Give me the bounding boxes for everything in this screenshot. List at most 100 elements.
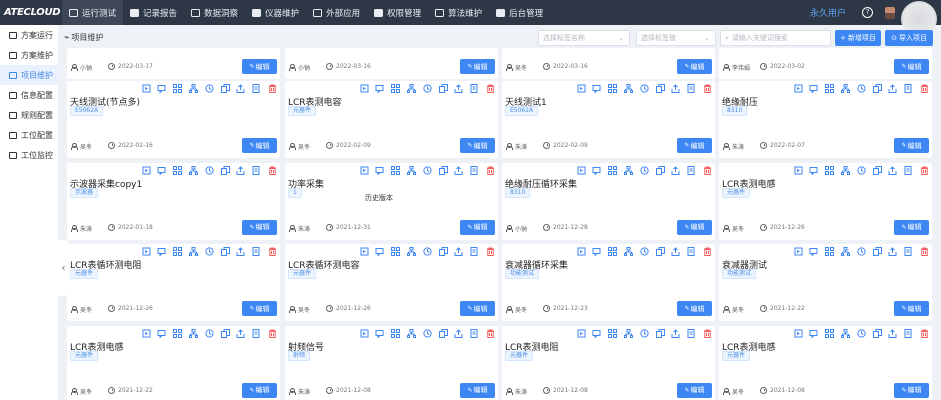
- edit-button[interactable]: ✎ 编辑: [894, 382, 929, 398]
- edit-button[interactable]: ✎ 编辑: [677, 301, 712, 316]
- delete-icon[interactable]: [486, 329, 495, 338]
- preview-icon[interactable]: [360, 329, 369, 338]
- project-card[interactable]: 绝缘耐压循环采集 8310 小钠 2021-12-28 ✎ 编辑: [502, 162, 715, 240]
- hierarchy-icon[interactable]: [173, 247, 183, 256]
- project-card[interactable]: 天线测试(节点多) E5062A 吴冬 2022-02-16 ✎ 编辑: [67, 81, 280, 158]
- tree-icon[interactable]: [189, 328, 199, 338]
- comment-icon[interactable]: [375, 247, 384, 256]
- tree-icon[interactable]: [624, 84, 634, 93]
- avatar-icon[interactable]: [885, 6, 895, 19]
- history-icon[interactable]: [423, 165, 432, 175]
- export-icon[interactable]: [236, 165, 245, 175]
- edit-button[interactable]: ✎ 编辑: [677, 382, 712, 398]
- hierarchy-icon[interactable]: [825, 328, 835, 338]
- history-icon[interactable]: [205, 328, 214, 338]
- edit-button[interactable]: ✎ 编辑: [460, 59, 495, 74]
- history-icon[interactable]: [640, 165, 649, 175]
- edit-button[interactable]: ✎ 编辑: [242, 59, 277, 74]
- edit-button[interactable]: ✎ 编辑: [460, 301, 495, 316]
- export-icon[interactable]: [888, 247, 897, 256]
- nav-item-6[interactable]: 算法维护: [428, 0, 489, 25]
- delete-icon[interactable]: [703, 84, 712, 93]
- project-card[interactable]: LCR表测电容 元器件 吴冬 2022-02-09 ✎ 编辑: [285, 81, 498, 158]
- history-icon[interactable]: [423, 328, 432, 338]
- copy-icon[interactable]: [438, 165, 448, 175]
- edit-doc-icon[interactable]: [252, 247, 261, 256]
- edit-button[interactable]: ✎ 编辑: [677, 219, 712, 235]
- delete-icon[interactable]: [703, 247, 712, 256]
- preview-icon[interactable]: [577, 329, 586, 338]
- history-icon[interactable]: [640, 328, 649, 338]
- project-card[interactable]: LCR表测电阻 元器件 朱涛 2021-12-08 ✎ 编辑: [502, 325, 715, 400]
- search-input[interactable]: ⌕ 请输入关键词搜索: [720, 30, 831, 46]
- tree-icon[interactable]: [407, 165, 417, 175]
- preview-icon[interactable]: [142, 329, 151, 338]
- history-icon[interactable]: [857, 165, 866, 175]
- hierarchy-icon[interactable]: [825, 84, 835, 93]
- delete-icon[interactable]: [920, 166, 929, 175]
- comment-icon[interactable]: [809, 166, 818, 175]
- comment-icon[interactable]: [592, 84, 601, 93]
- edit-doc-icon[interactable]: [470, 328, 479, 338]
- tree-icon[interactable]: [407, 84, 417, 93]
- edit-button[interactable]: ✎ 编辑: [894, 138, 929, 153]
- comment-icon[interactable]: [592, 166, 601, 175]
- edit-doc-icon[interactable]: [470, 84, 479, 93]
- delete-icon[interactable]: [268, 84, 277, 93]
- history-icon[interactable]: [205, 247, 214, 256]
- delete-icon[interactable]: [486, 247, 495, 256]
- sidebar-item-6[interactable]: 工位监控: [0, 145, 58, 165]
- export-icon[interactable]: [888, 165, 897, 175]
- sidebar-item-4[interactable]: 规则配置: [0, 105, 58, 125]
- copy-icon[interactable]: [655, 328, 665, 338]
- export-icon[interactable]: [671, 328, 680, 338]
- delete-icon[interactable]: [268, 247, 277, 256]
- edit-button[interactable]: ✎ 编辑: [460, 219, 495, 235]
- history-icon[interactable]: [205, 165, 214, 175]
- project-card[interactable]: 示波器采集copy1 示波器 朱涛 2022-01-18 ✎ 编辑: [67, 162, 280, 240]
- preview-icon[interactable]: [360, 166, 369, 175]
- delete-icon[interactable]: [703, 166, 712, 175]
- history-icon[interactable]: [640, 84, 649, 93]
- project-card[interactable]: LCR表循环测电容 元器件 吴冬 2021-12-26 ✎ 编辑: [285, 244, 498, 321]
- comment-icon[interactable]: [809, 84, 818, 93]
- new-project-button[interactable]: + 新增项目: [835, 30, 881, 46]
- tag-value-select[interactable]: 选择标签值 ⌄: [636, 30, 716, 46]
- sidebar-item-3[interactable]: 信息配置: [0, 85, 58, 105]
- project-card[interactable]: LCR表测电感 元器件 吴冬 2021-12-22 ✎ 编辑: [67, 325, 280, 400]
- history-icon[interactable]: [857, 247, 866, 256]
- comment-icon[interactable]: [375, 84, 384, 93]
- project-card[interactable]: 衰减器循环采集 功能测试 吴冬 2021-12-23 ✎ 编辑: [502, 244, 715, 321]
- tree-icon[interactable]: [407, 247, 417, 256]
- preview-icon[interactable]: [794, 84, 803, 93]
- edit-doc-icon[interactable]: [904, 84, 913, 93]
- hierarchy-icon[interactable]: [391, 165, 401, 175]
- project-card[interactable]: LCR表测电感 元器件 吴冬 2021-12-08 ✎ 编辑: [719, 325, 932, 400]
- project-card[interactable]: LCR表测电感 元器件 吴冬 2021-12-26 ✎ 编辑: [719, 162, 932, 240]
- edit-button[interactable]: ✎ 编辑: [242, 301, 277, 316]
- export-icon[interactable]: [888, 328, 897, 338]
- edit-doc-icon[interactable]: [904, 247, 913, 256]
- preview-icon[interactable]: [142, 247, 151, 256]
- hierarchy-icon[interactable]: [391, 84, 401, 93]
- comment-icon[interactable]: [375, 166, 384, 175]
- history-icon[interactable]: [423, 84, 432, 93]
- hierarchy-icon[interactable]: [173, 84, 183, 93]
- edit-button[interactable]: ✎ 编辑: [460, 138, 495, 153]
- edit-button[interactable]: ✎ 编辑: [242, 382, 277, 398]
- preview-icon[interactable]: [794, 166, 803, 175]
- comment-icon[interactable]: [157, 329, 166, 338]
- export-icon[interactable]: [236, 328, 245, 338]
- preview-icon[interactable]: [360, 247, 369, 256]
- edit-doc-icon[interactable]: [904, 165, 913, 175]
- edit-button[interactable]: ✎ 编辑: [242, 138, 277, 153]
- preview-icon[interactable]: [794, 247, 803, 256]
- sidebar-item-1[interactable]: 方案维护: [0, 45, 58, 65]
- history-icon[interactable]: [205, 84, 214, 93]
- project-card[interactable]: 吴冬 2022-03-16 ✎ 编辑: [502, 48, 715, 79]
- tree-icon[interactable]: [624, 165, 634, 175]
- hierarchy-icon[interactable]: [825, 165, 835, 175]
- edit-doc-icon[interactable]: [252, 84, 261, 93]
- copy-icon[interactable]: [220, 84, 230, 93]
- nav-item-2[interactable]: 数据洞察: [184, 0, 245, 25]
